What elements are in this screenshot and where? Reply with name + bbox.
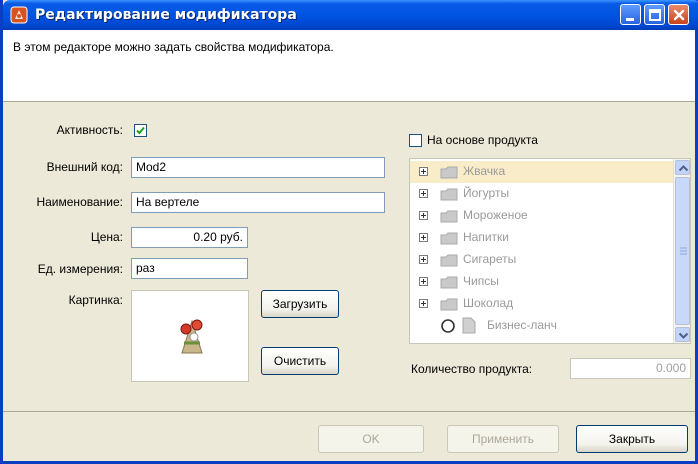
folder-icon <box>440 298 458 314</box>
folder-icon <box>440 232 458 248</box>
tree-item-label: Напитки <box>463 230 509 244</box>
close-window-button[interactable] <box>668 4 689 25</box>
active-label: Активность: <box>56 123 123 137</box>
tree-item[interactable]: Бизнес-ланч <box>410 315 674 337</box>
minimize-icon <box>626 18 634 21</box>
document-icon <box>462 317 476 337</box>
footer-separator <box>3 411 695 412</box>
expand-icon[interactable] <box>419 189 428 198</box>
scroll-up-button[interactable] <box>675 160 690 175</box>
radio-icon[interactable] <box>440 318 456 337</box>
expand-icon[interactable] <box>419 233 428 242</box>
tree-item[interactable]: Мороженое <box>410 205 674 227</box>
folder-icon <box>440 210 458 226</box>
folder-icon <box>440 166 458 182</box>
tree-item-label: Мороженое <box>463 208 528 222</box>
expand-icon[interactable] <box>419 277 428 286</box>
grip-icon <box>680 247 687 255</box>
folder-icon <box>440 276 458 292</box>
clear-picture-button[interactable]: Очистить <box>261 347 339 375</box>
modifier-picture-icon <box>180 319 203 354</box>
chevron-up-icon <box>678 165 689 172</box>
external-code-input[interactable]: Mod2 <box>131 157 385 178</box>
minimize-button[interactable] <box>620 4 641 25</box>
picture-label: Картинка: <box>68 293 123 307</box>
expand-icon[interactable] <box>419 255 428 264</box>
ok-button[interactable]: OK <box>318 425 424 453</box>
product-tree[interactable]: Жвачка Йогурты Мороженое Напитки Сигареты Чип… <box>409 158 691 344</box>
active-checkbox[interactable] <box>134 124 147 137</box>
maximize-button[interactable] <box>644 4 665 25</box>
tree-item-label: Чипсы <box>463 274 499 288</box>
unit-input[interactable]: раз <box>131 258 248 279</box>
external-code-label: Внешний код: <box>46 160 123 174</box>
quantity-input[interactable]: 0.000 <box>570 358 691 379</box>
modifier-editor-window: Редактирование модификатора В этом редак… <box>0 0 698 464</box>
folder-icon <box>440 188 458 204</box>
folder-icon <box>440 254 458 270</box>
checkmark-icon <box>136 126 145 135</box>
tree-item-label: Бизнес-ланч <box>487 318 557 332</box>
price-input[interactable]: 0.20 руб. <box>131 227 248 248</box>
tree-item[interactable]: Напитки <box>410 227 674 249</box>
apply-button[interactable]: Применить <box>447 425 559 453</box>
based-on-product-label: На основе продукта <box>427 133 538 147</box>
scroll-down-button[interactable] <box>675 327 690 342</box>
tree-item-label: Йогурты <box>463 186 510 200</box>
app-icon <box>10 6 28 24</box>
quantity-label: Количество продукта: <box>411 362 533 376</box>
tree-item[interactable]: Шоколад <box>410 293 674 315</box>
title-bar[interactable]: Редактирование модификатора <box>3 0 698 30</box>
price-label: Цена: <box>90 230 123 244</box>
scroll-thumb[interactable] <box>675 177 690 325</box>
tree-item[interactable]: Сигареты <box>410 249 674 271</box>
tree-item[interactable]: Жвачка <box>410 161 674 183</box>
expand-icon[interactable] <box>419 299 428 308</box>
tree-item-label: Сигареты <box>463 252 517 266</box>
close-button[interactable]: Закрыть <box>576 425 688 453</box>
window-title: Редактирование модификатора <box>35 7 297 23</box>
maximize-icon <box>649 9 661 21</box>
description-text: В этом редакторе можно задать свойства м… <box>13 40 334 54</box>
based-on-product-checkbox[interactable] <box>409 134 422 147</box>
tree-scrollbar[interactable] <box>673 159 690 343</box>
chevron-down-icon <box>678 332 689 339</box>
tree-item[interactable]: Йогурты <box>410 183 674 205</box>
name-input[interactable]: На вертеле <box>131 192 385 213</box>
close-icon <box>673 9 685 21</box>
expand-icon[interactable] <box>419 211 428 220</box>
tree-item[interactable]: Чипсы <box>410 271 674 293</box>
name-label: Наименование: <box>36 195 123 209</box>
expand-icon[interactable] <box>419 167 428 176</box>
tree-item-label: Шоколад <box>463 296 514 310</box>
tree-item-label: Жвачка <box>463 164 506 178</box>
unit-label: Ед. измерения: <box>37 262 123 276</box>
picture-preview <box>131 290 249 382</box>
load-picture-button[interactable]: Загрузить <box>261 290 339 318</box>
